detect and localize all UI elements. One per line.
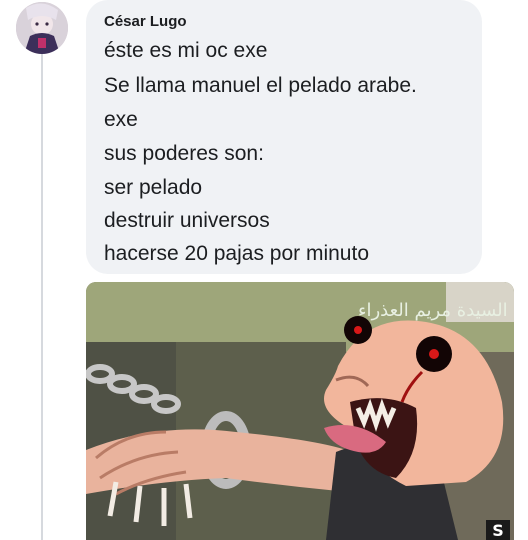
comment-line: exe [104,108,138,131]
comment-image-attachment[interactable]: انا السيدة مريم العذراء S [86,282,514,540]
comment-line: sus poderes son: [104,142,264,165]
overlay-text: انا السيدة مريم العذراء [358,300,514,321]
comment-line: éste es mi oc exe [104,39,268,62]
comment-line: destruir universos [104,209,270,232]
avatar[interactable] [16,2,68,54]
thread-line [41,50,43,540]
comment-line: ser pelado [104,176,203,199]
cartoon-image: انا السيدة مريم العذراء S [86,282,514,540]
corner-text: S [492,521,504,540]
comment-line: hacerse 20 pajas por minuto [104,242,369,265]
avatar-image [16,2,68,54]
comment-author[interactable]: César Lugo [104,13,187,30]
comment-line: Se llama manuel el pelado arabe. [104,74,417,97]
